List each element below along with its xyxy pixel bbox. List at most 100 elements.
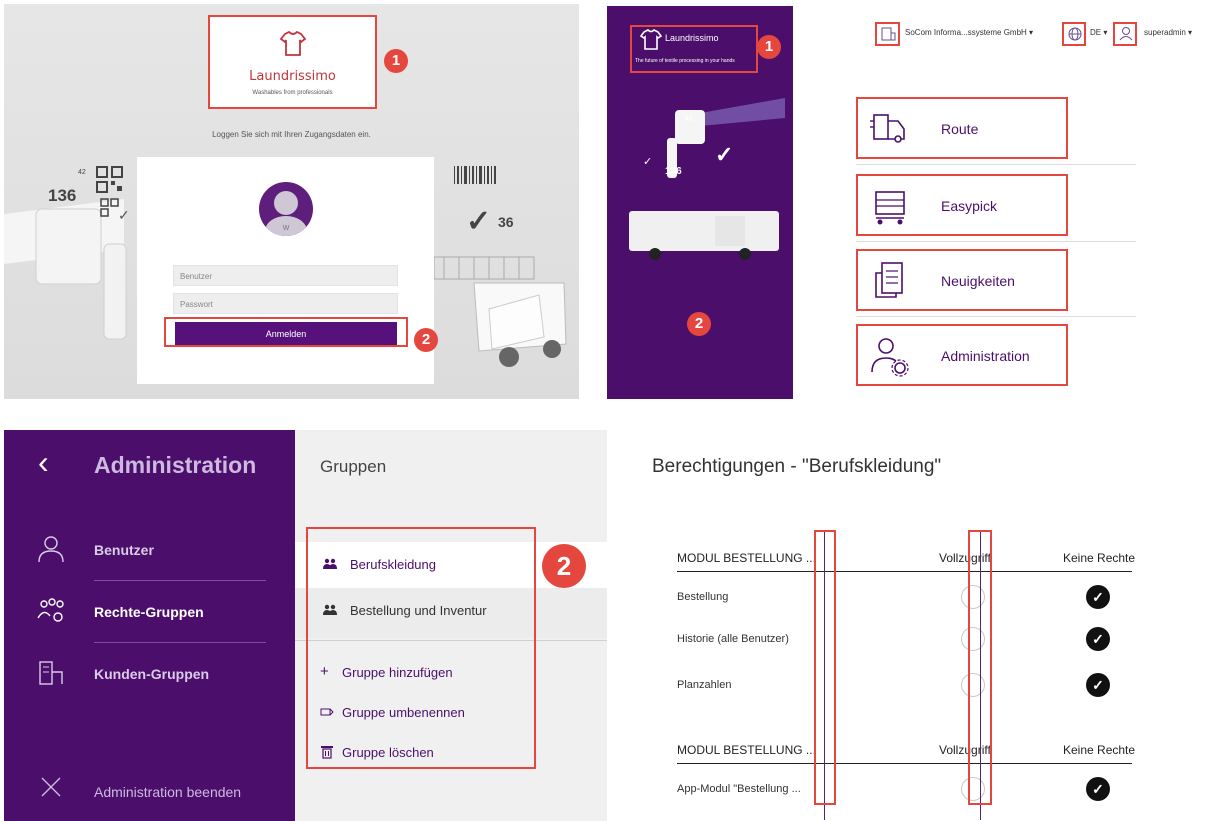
divider [856,241,1136,242]
permission-row: Bestellung ✓ [677,578,1132,618]
permission-header: MODUL BESTELLUNG ... Vollzugriff Keine R… [677,730,1136,764]
globe-icon[interactable] [1067,26,1083,42]
logo-tagline: Washables from professionals [252,90,333,96]
full-access-radio[interactable] [961,673,985,697]
full-access-radio[interactable] [961,585,985,609]
nav-item-customer-groups[interactable]: Kunden-Gruppen [4,650,295,700]
permission-label: App-Modul "Bestellung ... [677,783,801,795]
scanner-illustration [4,199,127,340]
news-label: Neuigkeiten [941,273,1015,289]
permissions-title: Berechtigungen - "Berufskleidung" [652,456,942,477]
news-icon [875,262,903,298]
group-icon [323,604,337,615]
truck-icon [870,114,905,143]
action-label: Gruppe umbenennen [342,705,465,720]
permission-row: Historie (alle Benutzer) ✓ [677,620,1132,660]
action-label: Gruppe löschen [342,745,434,760]
bg-number: 136 [48,186,77,205]
logo-name: Laundrissimo [249,69,336,84]
easypick-label: Easypick [941,198,998,214]
login-screen: 136 42 ✓ ✓ 36 Laundrissimo Washables fro… [4,4,579,399]
admin-icon [871,338,909,377]
qr-code-icon [96,166,123,193]
no-rights-check-icon[interactable]: ✓ [1086,627,1110,651]
divider [856,164,1136,165]
full-access-header: Vollzugriff [939,743,991,757]
no-rights-header: Keine Rechte [1063,743,1136,757]
news-tile[interactable]: Neuigkeiten [856,249,1068,311]
nav-item-users[interactable]: Benutzer [4,526,295,576]
module-header: MODUL BESTELLUNG ... [677,551,816,565]
sidebar: Laundrissimo The future of textile proce… [607,6,793,399]
barcode-icon [454,166,496,184]
module-header: MODUL BESTELLUNG ... [677,743,816,757]
group-label: Bestellung und Inventur [350,603,487,618]
user-icon[interactable] [1117,24,1135,42]
step-badge: 1 [384,49,408,73]
permission-row: Planzahlen ✓ [677,666,1132,706]
administration-tile[interactable]: Administration [856,324,1068,386]
truck-illustration [434,256,567,367]
avatar: W [259,182,313,236]
bg-number: 42 [685,116,693,123]
full-access-radio[interactable] [961,777,985,801]
building-icon[interactable] [879,25,897,43]
company-selector[interactable]: SoCom Informa...ssysteme GmbH ▾ [905,28,1033,37]
step-badge: 2 [687,312,711,336]
login-card: W Benutzer Passwort Anmelden [137,157,434,384]
delete-group-button[interactable]: Gruppe löschen [320,742,580,770]
column-resize-handle[interactable] [824,530,825,820]
scanner-illustration [629,98,785,260]
back-icon[interactable]: ‹ [38,444,49,481]
rename-group-button[interactable]: Gruppe umbenennen [320,702,580,730]
step-badge: 2 [542,544,586,588]
language-selector[interactable]: DE ▾ [1090,28,1107,37]
logo-name: Laundrissimo [665,33,719,43]
cart-icon [875,191,905,225]
divider [295,640,607,641]
no-rights-check-icon[interactable]: ✓ [1086,585,1110,609]
divider [94,580,266,581]
start-screen: Laundrissimo The future of textile proce… [607,6,1206,399]
username-field[interactable]: Benutzer [173,265,398,286]
check-icon: ✓ [118,207,130,223]
building-icon [39,661,63,685]
check-icon: ✓ [466,205,492,238]
login-button[interactable]: Anmelden [175,322,397,346]
permission-label: Planzahlen [677,679,732,691]
password-field[interactable]: Passwort [173,293,398,314]
bg-number: 36 [498,214,514,230]
bg-number: 136 [665,166,682,177]
add-group-button[interactable]: + Gruppe hinzufügen [320,662,580,690]
divider [94,642,266,643]
route-tile[interactable]: Route [856,97,1068,159]
permission-label: Bestellung [677,591,729,603]
user-icon [38,536,64,563]
exit-admin-link[interactable]: Administration beenden [94,784,241,800]
administration-label: Administration [941,348,1030,364]
plus-icon: + [320,663,329,680]
easypick-tile[interactable]: Easypick [856,174,1068,236]
no-rights-check-icon[interactable]: ✓ [1086,673,1110,697]
permissions-panel: Berechtigungen - "Berufskleidung" MODUL … [607,430,1208,821]
check-icon: ✓ [643,156,653,168]
permission-header: MODUL BESTELLUNG ... Vollzugriff Keine R… [677,538,1136,572]
admin-sidebar: ‹ Administration Benutzer Rechte-Gruppen… [4,430,295,821]
permission-row: App-Modul "Bestellung ... ✓ [677,770,1132,810]
column-resize-handle[interactable] [980,530,981,820]
close-icon[interactable] [40,776,62,798]
no-rights-check-icon[interactable]: ✓ [1086,777,1110,801]
full-access-radio[interactable] [961,627,985,651]
no-rights-header: Keine Rechte [1063,551,1136,565]
nav-item-rights-groups[interactable]: Rechte-Gruppen [4,588,295,638]
trash-icon [321,746,333,759]
user-menu[interactable]: superadmin ▾ [1144,28,1192,37]
login-prompt: Loggen Sie sich mit Ihren Zugangsdaten e… [212,130,371,139]
avatar-initial: W [282,225,290,232]
full-access-header: Vollzugriff [939,551,991,565]
action-label: Gruppe hinzufügen [342,665,453,680]
logo: Laundrissimo Washables from professional… [209,16,376,108]
group-item[interactable]: Bestellung und Inventur [295,588,607,634]
shirt-logo-icon [639,29,663,50]
nav-label: Kunden-Gruppen [94,666,210,682]
